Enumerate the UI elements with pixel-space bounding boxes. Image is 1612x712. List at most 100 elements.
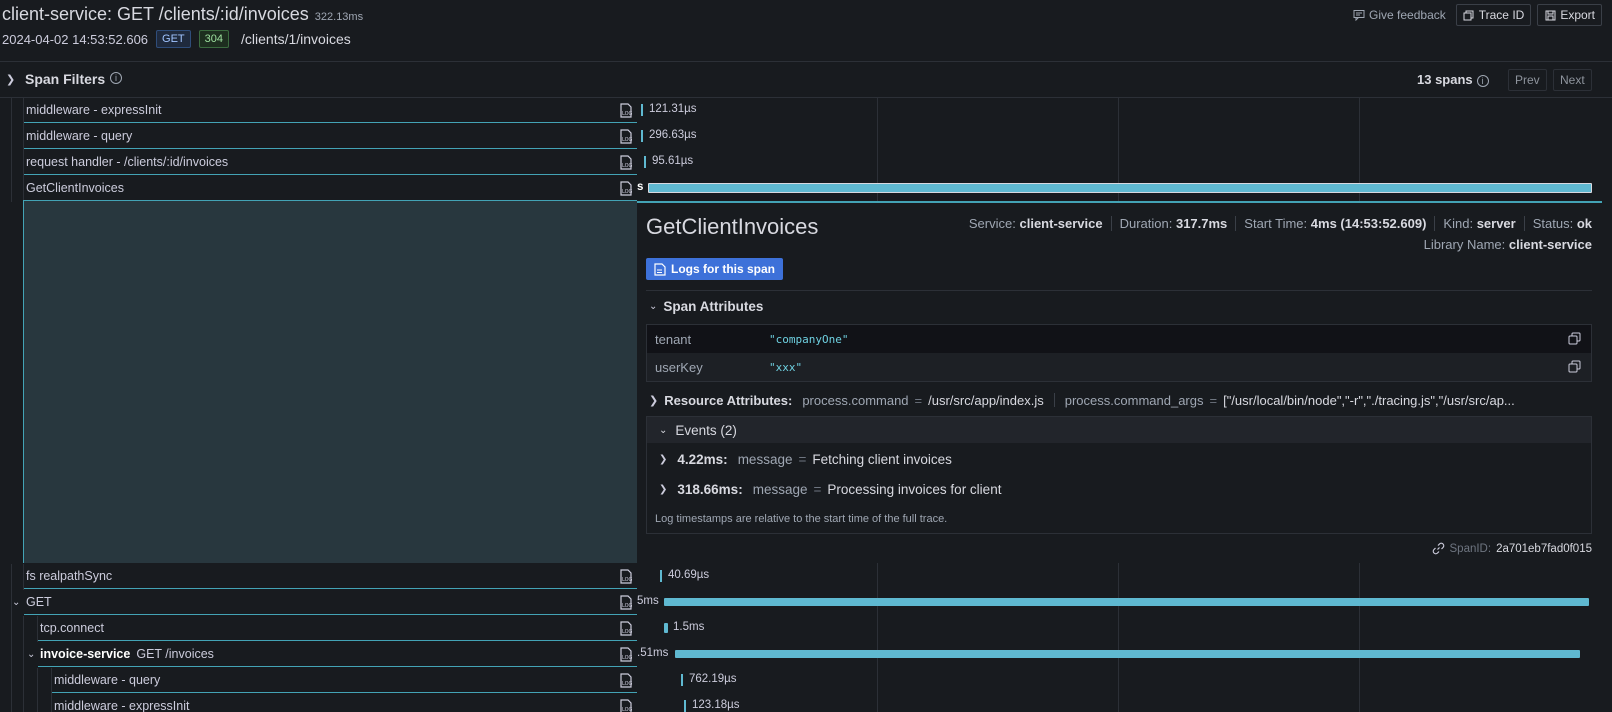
export-label: Export bbox=[1560, 8, 1595, 22]
span-bar[interactable] bbox=[684, 700, 686, 712]
event-row[interactable]: ❯ 318.66ms: message = Processing invoice… bbox=[659, 482, 1001, 497]
status-badge: 304 bbox=[198, 30, 230, 48]
span-name-cell[interactable]: request handler - /clients/:id/invoices bbox=[24, 150, 637, 175]
log-icon[interactable]: LOG bbox=[619, 103, 633, 118]
log-icon[interactable]: LOG bbox=[619, 621, 633, 636]
span-filters-bar: ❯ Span Filters i 13 spans i Prev Next bbox=[0, 64, 1612, 98]
span-row[interactable]: request handler - /clients/:id/invoices … bbox=[0, 150, 637, 176]
events-toggle[interactable]: ⌄ Events (2) bbox=[647, 417, 1591, 443]
span-bar[interactable] bbox=[644, 156, 646, 168]
span-name: GetClientInvoices bbox=[26, 181, 124, 195]
info-icon[interactable]: i bbox=[110, 72, 122, 84]
span-row[interactable]: ⌄ GET LOG bbox=[0, 590, 637, 616]
span-bar[interactable] bbox=[681, 674, 683, 686]
copy-icon bbox=[1463, 9, 1475, 21]
timeline-row-selected[interactable]: s bbox=[637, 176, 1602, 202]
span-name-cell[interactable]: middleware - expressInit bbox=[24, 98, 637, 123]
span-bar[interactable] bbox=[664, 598, 1589, 606]
next-button[interactable]: Next bbox=[1553, 69, 1592, 91]
span-bar[interactable] bbox=[648, 183, 1592, 193]
span-name-cell[interactable]: middleware - expressInit bbox=[52, 694, 637, 712]
span-bar[interactable] bbox=[641, 104, 643, 116]
span-bar[interactable] bbox=[641, 130, 643, 142]
chevron-down-icon[interactable]: ⌄ bbox=[27, 649, 35, 660]
span-bar[interactable] bbox=[664, 623, 668, 633]
timeline-row[interactable]: 95.61µs bbox=[637, 150, 1602, 176]
tree-lane bbox=[11, 176, 12, 202]
span-row[interactable]: tcp.connect LOG bbox=[0, 616, 637, 642]
event-time: 4.22ms: bbox=[677, 452, 728, 467]
info-icon[interactable]: i bbox=[1476, 74, 1489, 87]
span-duration: .51ms bbox=[637, 647, 669, 659]
span-name-cell[interactable]: GetClientInvoices bbox=[24, 176, 637, 201]
span-bar[interactable] bbox=[675, 650, 1580, 658]
span-name: GET bbox=[26, 595, 52, 609]
duration-field: Duration: 317.7ms bbox=[1110, 216, 1236, 231]
log-icon[interactable]: LOG bbox=[619, 181, 633, 196]
span-name-cell[interactable]: GET bbox=[24, 590, 637, 615]
log-icon[interactable]: LOG bbox=[619, 155, 633, 170]
span-name-cell[interactable]: tcp.connect bbox=[38, 616, 637, 641]
tree-lane bbox=[11, 98, 12, 124]
log-icon[interactable]: LOG bbox=[619, 129, 633, 144]
span-name-cell[interactable]: middleware - query bbox=[52, 668, 637, 693]
attribute-value: "xxx" bbox=[769, 360, 803, 374]
timeline-row[interactable]: 121.31µs bbox=[637, 98, 1602, 124]
event-value: Fetching client invoices bbox=[812, 452, 952, 467]
timeline-row[interactable]: 296.63µs bbox=[637, 124, 1602, 150]
give-feedback-label: Give feedback bbox=[1369, 8, 1446, 22]
span-name-cell[interactable]: middleware - query bbox=[24, 124, 637, 149]
copy-icon[interactable] bbox=[1568, 332, 1581, 345]
resource-value: /usr/src/app/index.js bbox=[928, 392, 1044, 408]
expanded-span-highlight bbox=[23, 200, 637, 563]
log-icon[interactable]: LOG bbox=[619, 647, 633, 662]
tree-lane bbox=[23, 668, 24, 694]
timeline-row[interactable]: 1.5ms bbox=[637, 616, 1602, 642]
span-service-name: invoice-service bbox=[40, 647, 131, 661]
span-row[interactable]: middleware - query LOG bbox=[0, 668, 637, 694]
span-row-selected[interactable]: GetClientInvoices LOG bbox=[0, 176, 637, 202]
prev-button[interactable]: Prev bbox=[1508, 69, 1547, 91]
span-id[interactable]: SpanID: 2a701eb7fad0f015 bbox=[1432, 542, 1592, 555]
span-row[interactable]: fs realpathSync LOG bbox=[0, 564, 637, 590]
timeline-row[interactable]: 762.19µs bbox=[637, 668, 1602, 694]
timeline-row[interactable]: 123.18µs bbox=[637, 694, 1602, 712]
log-icon[interactable]: LOG bbox=[619, 595, 633, 610]
log-icon bbox=[654, 262, 666, 276]
span-row[interactable]: ⌄ invoice-service GET /invoices LOG bbox=[0, 642, 637, 668]
export-button[interactable]: Export bbox=[1537, 4, 1602, 26]
span-filters-label[interactable]: Span Filters bbox=[25, 71, 105, 87]
resource-attributes-toggle[interactable]: ❯ Resource Attributes: process.command =… bbox=[646, 389, 1592, 411]
span-bar[interactable] bbox=[660, 570, 662, 582]
timestamp-seconds: 52.606 bbox=[108, 31, 149, 47]
logs-for-span-button[interactable]: Logs for this span bbox=[646, 258, 784, 280]
timeline-row[interactable]: 40.69µs bbox=[637, 564, 1602, 590]
chevron-down-icon[interactable]: ⌄ bbox=[12, 597, 20, 608]
method-badge: GET bbox=[156, 30, 191, 48]
span-name: GET /invoices bbox=[136, 647, 214, 661]
log-icon[interactable]: LOG bbox=[619, 569, 633, 584]
log-icon[interactable]: LOG bbox=[619, 673, 633, 688]
svg-text:LOG: LOG bbox=[622, 629, 633, 635]
span-row[interactable]: middleware - expressInit LOG bbox=[0, 694, 637, 712]
tree-lane bbox=[11, 124, 12, 150]
span-row[interactable]: middleware - expressInit LOG bbox=[0, 98, 637, 124]
events-section: ⌄ Events (2) ❯ 4.22ms: message = Fetchin… bbox=[646, 416, 1592, 534]
span-name-cell[interactable]: fs realpathSync bbox=[24, 564, 637, 589]
chevron-right-icon[interactable]: ❯ bbox=[6, 73, 15, 86]
timeline-row[interactable]: 5ms bbox=[637, 590, 1602, 616]
tree-lane bbox=[23, 694, 24, 712]
event-row[interactable]: ❯ 4.22ms: message = Fetching client invo… bbox=[659, 452, 952, 467]
svg-text:LOG: LOG bbox=[622, 655, 633, 661]
timeline-row[interactable]: .51ms bbox=[637, 642, 1602, 668]
trace-id-button[interactable]: Trace ID bbox=[1455, 4, 1532, 26]
event-key: message bbox=[737, 452, 793, 467]
give-feedback-link[interactable]: Give feedback bbox=[1353, 8, 1446, 22]
span-row[interactable]: middleware - query LOG bbox=[0, 124, 637, 150]
copy-icon[interactable] bbox=[1568, 360, 1581, 373]
span-name-cell[interactable]: invoice-service GET /invoices bbox=[38, 642, 637, 667]
status-value: ok bbox=[1576, 216, 1592, 231]
log-icon[interactable]: LOG bbox=[619, 699, 633, 712]
span-attributes-toggle[interactable]: ⌄ Span Attributes bbox=[649, 299, 763, 314]
tree-lane bbox=[37, 668, 38, 694]
